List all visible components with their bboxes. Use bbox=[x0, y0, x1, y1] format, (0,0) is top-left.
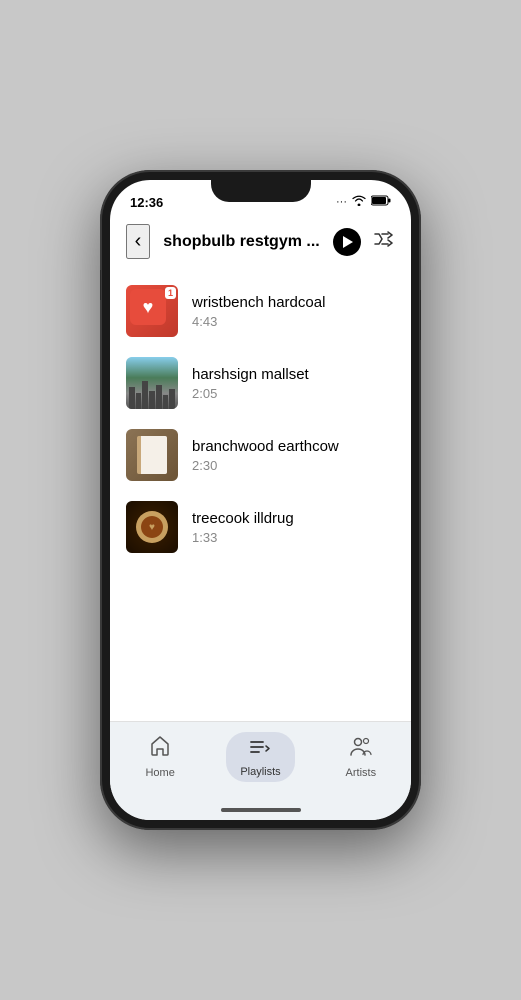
track-name-2: harshsign mallset bbox=[192, 366, 395, 383]
coffee-latte-art bbox=[141, 516, 163, 538]
track-duration-3: 2:30 bbox=[192, 458, 395, 473]
header: ‹ shopbulb restgym ... bbox=[110, 216, 411, 267]
track-name-4: treecook illdrug bbox=[192, 510, 395, 527]
track-info-1: wristbench hardcoal 4:43 bbox=[192, 294, 395, 329]
nav-item-home[interactable]: Home bbox=[110, 735, 210, 779]
track-item[interactable]: treecook illdrug 1:33 bbox=[110, 491, 411, 563]
side-button-left bbox=[100, 270, 101, 300]
track-info-3: branchwood earthcow 2:30 bbox=[192, 438, 395, 473]
signal-icon: ··· bbox=[336, 196, 347, 208]
bottom-nav: Home Playlists bbox=[110, 721, 411, 802]
wifi-icon bbox=[352, 195, 366, 209]
track-name-1: wristbench hardcoal bbox=[192, 294, 395, 311]
heart-icon: ♥ bbox=[143, 297, 154, 318]
coffee-cup bbox=[136, 511, 168, 543]
status-time: 12:36 bbox=[130, 195, 163, 210]
phone-frame: 12:36 ··· bbox=[100, 170, 421, 830]
track-item[interactable]: branchwood earthcow 2:30 bbox=[110, 419, 411, 491]
track-name-3: branchwood earthcow bbox=[192, 438, 395, 455]
side-button-right bbox=[420, 290, 421, 340]
track-duration-1: 4:43 bbox=[192, 314, 395, 329]
badge-count: 1 bbox=[165, 287, 176, 299]
building bbox=[129, 387, 135, 409]
play-button[interactable] bbox=[333, 228, 361, 256]
notebook-shape bbox=[137, 436, 167, 474]
nav-label-playlists: Playlists bbox=[240, 766, 280, 778]
track-duration-4: 1:33 bbox=[192, 530, 395, 545]
nav-item-artists[interactable]: Artists bbox=[311, 735, 411, 779]
home-icon bbox=[149, 735, 171, 763]
nav-item-playlists[interactable]: Playlists bbox=[210, 732, 310, 782]
notch bbox=[211, 180, 311, 202]
track-thumbnail-3 bbox=[126, 429, 178, 481]
phone-screen: 12:36 ··· bbox=[110, 180, 411, 820]
nav-label-home: Home bbox=[145, 767, 174, 779]
building bbox=[163, 395, 169, 409]
back-button[interactable]: ‹ bbox=[126, 224, 150, 259]
building bbox=[142, 381, 148, 409]
heart-thumbnail: ♥ 1 bbox=[126, 285, 178, 337]
track-thumbnail-4 bbox=[126, 501, 178, 553]
building bbox=[169, 389, 175, 409]
track-thumbnail-2 bbox=[126, 357, 178, 409]
city-buildings bbox=[126, 381, 178, 409]
track-thumbnail-1: ♥ 1 bbox=[126, 285, 178, 337]
nav-active-background: Playlists bbox=[226, 732, 294, 782]
battery-icon bbox=[371, 195, 391, 209]
city-thumbnail bbox=[126, 357, 178, 409]
track-list: ♥ 1 wristbench hardcoal 4:43 bbox=[110, 267, 411, 721]
shuffle-button[interactable] bbox=[373, 231, 395, 252]
building bbox=[136, 393, 142, 409]
building bbox=[149, 391, 155, 409]
building bbox=[156, 385, 162, 409]
artists-icon bbox=[349, 735, 373, 763]
track-duration-2: 2:05 bbox=[192, 386, 395, 401]
track-info-4: treecook illdrug 1:33 bbox=[192, 510, 395, 545]
nav-label-artists: Artists bbox=[346, 767, 377, 779]
status-icons: ··· bbox=[336, 195, 391, 209]
notebook-thumbnail bbox=[126, 429, 178, 481]
play-icon bbox=[343, 236, 353, 248]
home-indicator-bar bbox=[221, 808, 301, 812]
track-item[interactable]: ♥ 1 wristbench hardcoal 4:43 bbox=[110, 275, 411, 347]
header-actions bbox=[333, 228, 395, 256]
heart-badge: ♥ bbox=[130, 289, 166, 325]
track-info-2: harshsign mallset 2:05 bbox=[192, 366, 395, 401]
coffee-thumbnail bbox=[126, 501, 178, 553]
track-item[interactable]: harshsign mallset 2:05 bbox=[110, 347, 411, 419]
home-indicator-area bbox=[110, 802, 411, 820]
playlists-icon bbox=[249, 736, 271, 764]
page-title: shopbulb restgym ... bbox=[158, 233, 325, 251]
